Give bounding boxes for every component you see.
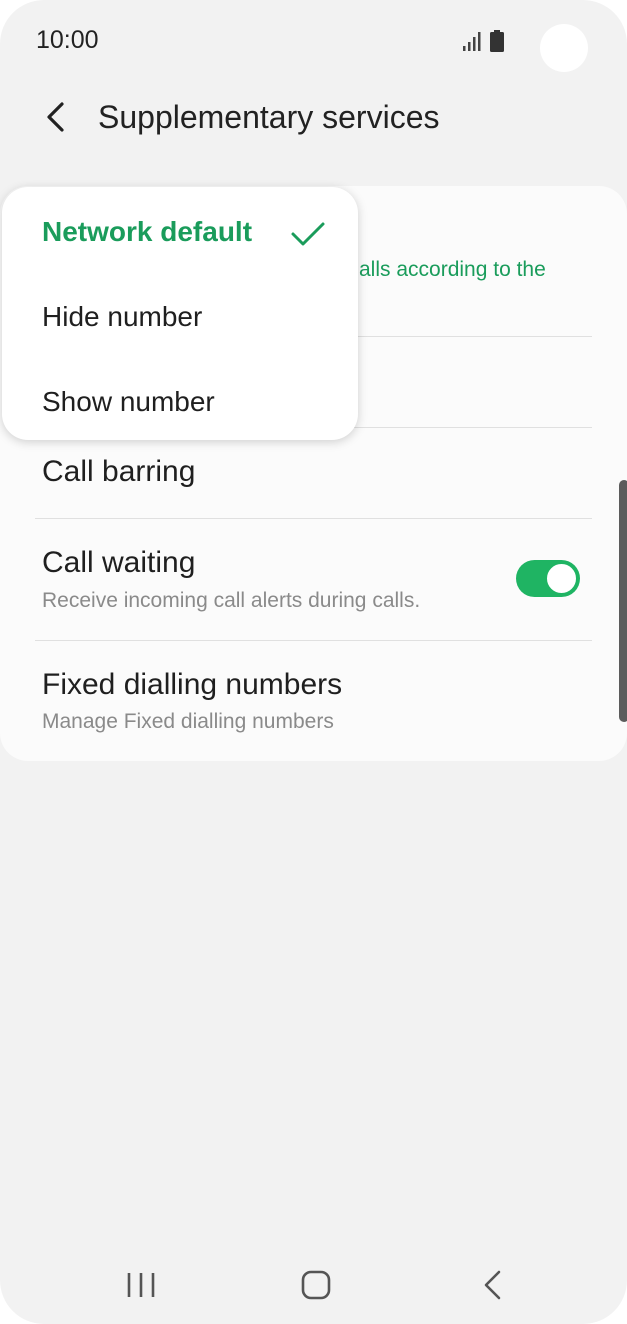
recents-icon[interactable] [124, 1270, 158, 1300]
signal-icon [463, 32, 481, 51]
page-title: Supplementary services [98, 99, 440, 135]
call-waiting-subtitle: Receive incoming call alerts during call… [42, 589, 421, 612]
call-barring-label: Call barring [42, 455, 196, 488]
menu-item-network-default[interactable]: Network default [2, 190, 358, 270]
menu-item-hide-number[interactable]: Hide number [2, 275, 358, 355]
menu-item-label: Show number [42, 386, 215, 417]
home-icon[interactable] [300, 1268, 332, 1302]
phone-screen: 10:00 Supplementary services alls accord… [0, 0, 627, 1324]
status-time: 10:00 [36, 26, 99, 54]
caller-id-popup-menu: Network default Hide number Show number [2, 187, 358, 440]
fixed-dialling-label: Fixed dialling numbers [42, 668, 343, 701]
caller-id-subtitle: alls according to the [359, 258, 546, 281]
back-icon[interactable] [480, 1268, 504, 1302]
call-waiting-label: Call waiting [42, 546, 196, 579]
toggle-knob [545, 562, 578, 595]
menu-item-show-number[interactable]: Show number [2, 360, 358, 440]
call-waiting-toggle[interactable] [516, 560, 580, 597]
fixed-dialling-subtitle: Manage Fixed dialling numbers [42, 710, 334, 733]
menu-item-label: Network default [42, 216, 253, 247]
battery-icon [490, 30, 504, 52]
checkmark-icon [291, 222, 325, 246]
front-camera [540, 24, 588, 72]
menu-item-label: Hide number [42, 301, 203, 332]
scrollbar[interactable] [619, 480, 627, 722]
chevron-left-icon[interactable] [40, 100, 72, 134]
